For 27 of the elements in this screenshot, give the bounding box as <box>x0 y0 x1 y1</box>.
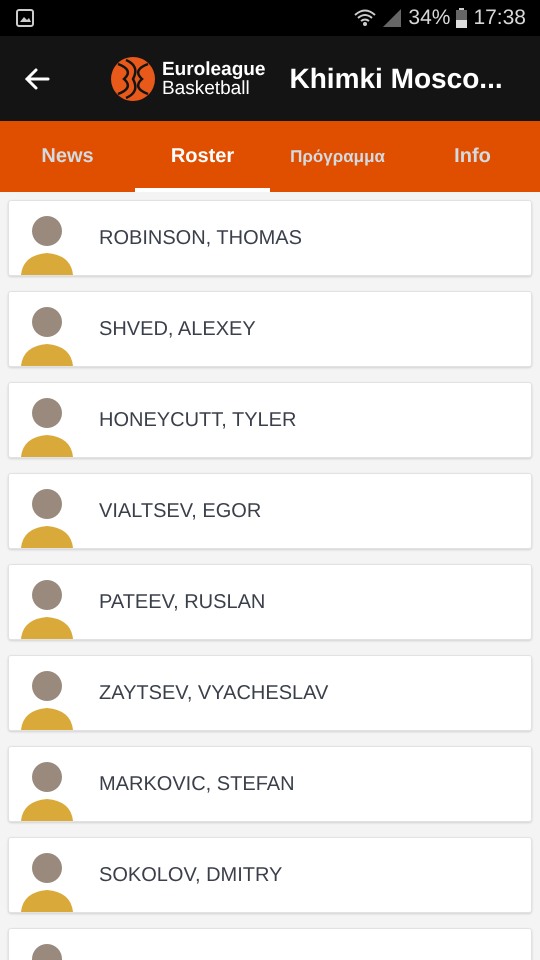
player-name: HONEYCUTT, TYLER <box>99 408 296 432</box>
player-name: SHVED, ALEXEY <box>99 318 256 340</box>
signal-icon <box>382 8 402 28</box>
tab[interactable]: Roster <box>135 121 270 192</box>
player-card[interactable]: SHVED, ALEXEY <box>8 291 532 367</box>
player-card[interactable]: SOKOLOV, DMITRY <box>8 837 532 913</box>
logo-wordmark: Basketball <box>162 78 250 98</box>
player-name: ZAYTSEV, VYACHESLAV <box>99 682 328 704</box>
player-card[interactable]: MARKOVIC, STEFAN <box>8 746 532 822</box>
player-name: MARKOVIC, STEFAN <box>99 772 295 796</box>
player-name: PATEEV, RUSLAN <box>99 590 266 614</box>
player-name: SOKOLOV, DMITRY <box>99 864 282 886</box>
basketball-logo-icon <box>110 56 156 102</box>
player-card[interactable]: ROBINSON, THOMAS <box>8 200 532 276</box>
player-card[interactable]: PATEEV, RUSLAN <box>8 564 532 640</box>
player-name: VIALTSEV, EGOR <box>99 500 262 522</box>
clock: 17:38 <box>473 6 526 30</box>
player-card[interactable]: VIALTSEV, EGOR <box>8 473 532 549</box>
battery-icon <box>456 8 468 28</box>
player-card[interactable]: ZAYTSEV, VYACHESLAV <box>8 655 532 731</box>
battery-percent: 34% <box>408 6 450 30</box>
gallery-icon <box>16 9 34 27</box>
logo-wordmark: Euroleague <box>162 60 266 78</box>
team-title: Khimki Mosco... <box>289 62 503 94</box>
player-name: ROBINSON, THOMAS <box>99 226 302 250</box>
wifi-icon <box>354 8 376 28</box>
player-card[interactable]: HONEYCUTT, TYLER <box>8 382 532 458</box>
